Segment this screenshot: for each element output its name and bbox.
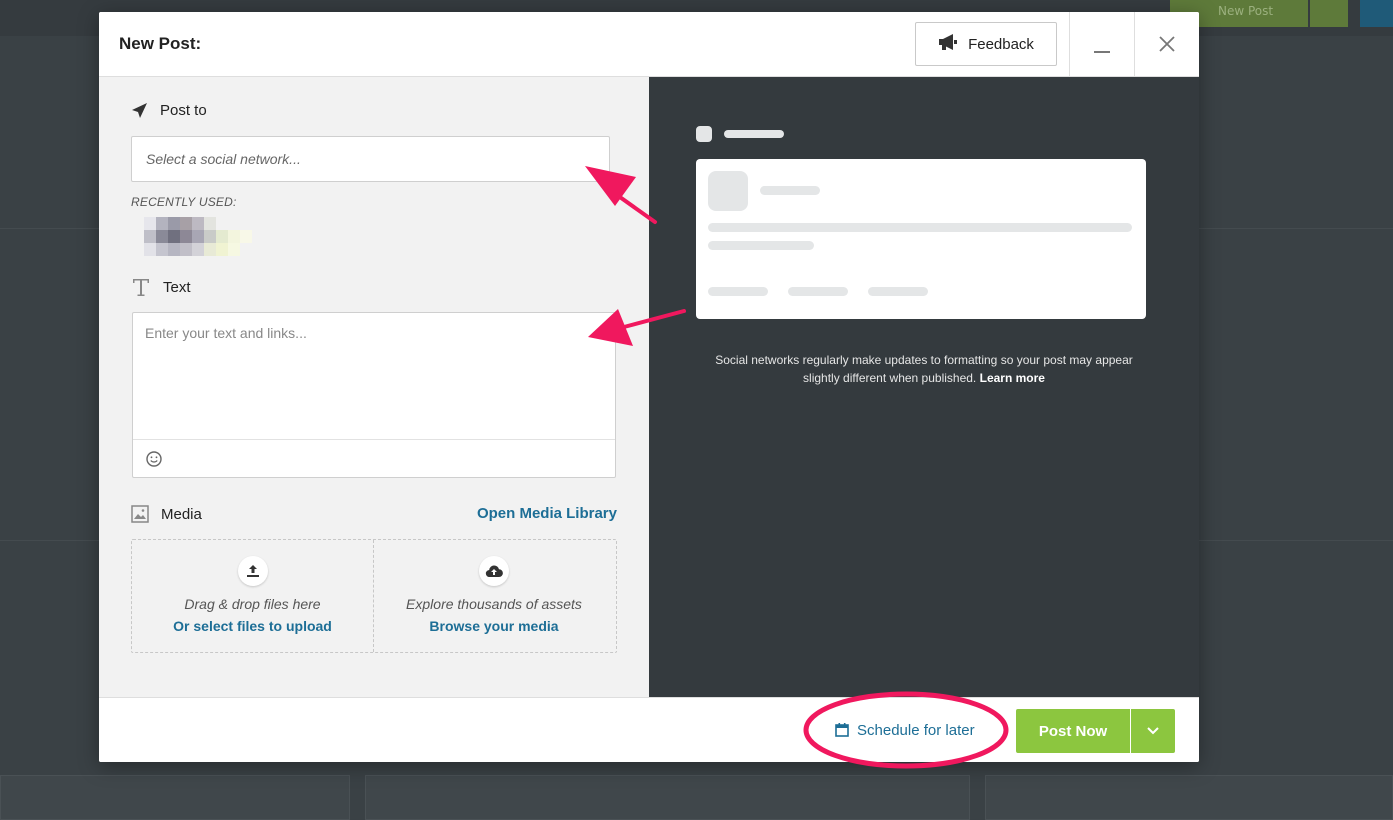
text-t-icon bbox=[133, 279, 149, 296]
preview-note-text: Social networks regularly make updates t… bbox=[715, 353, 1133, 385]
background-card bbox=[365, 775, 970, 820]
browse-drop-cell[interactable]: Explore thousands of assets Browse your … bbox=[373, 540, 614, 652]
preview-skeleton-avatar bbox=[696, 126, 712, 142]
text-section-label: Text bbox=[131, 277, 191, 297]
background-new-post-dropdown bbox=[1310, 0, 1348, 27]
close-button[interactable] bbox=[1135, 12, 1199, 76]
paper-plane-icon bbox=[132, 103, 147, 118]
schedule-for-later-button[interactable]: Schedule for later bbox=[821, 710, 981, 750]
feedback-label: Feedback bbox=[968, 35, 1034, 53]
composer-pane: Post to Select a social network... RECEN… bbox=[99, 77, 649, 697]
select-files-link[interactable]: Or select files to upload bbox=[173, 618, 332, 634]
social-network-select[interactable]: Select a social network... bbox=[131, 136, 610, 182]
post-now-button[interactable]: Post Now bbox=[1016, 709, 1130, 753]
chevron-down-icon bbox=[1147, 727, 1159, 735]
preview-skeleton-action bbox=[868, 287, 928, 296]
post-preview-card bbox=[696, 159, 1146, 319]
megaphone-icon bbox=[938, 33, 960, 55]
preview-skeleton-line bbox=[708, 241, 814, 250]
close-icon bbox=[1159, 36, 1175, 52]
media-label: Media bbox=[161, 505, 202, 523]
browse-hint: Explore thousands of assets bbox=[406, 596, 582, 612]
preview-skeleton-action bbox=[708, 287, 768, 296]
preview-skeleton-action bbox=[788, 287, 848, 296]
post-text-input[interactable]: Enter your text and links... bbox=[133, 313, 615, 439]
preview-skeleton-line bbox=[760, 186, 820, 195]
upload-icon[interactable] bbox=[237, 556, 268, 586]
learn-more-link[interactable]: Learn more bbox=[980, 371, 1045, 385]
open-media-library-link[interactable]: Open Media Library bbox=[477, 505, 617, 522]
browse-media-link[interactable]: Browse your media bbox=[429, 618, 558, 634]
background-new-post-label: New Post bbox=[1218, 4, 1274, 18]
text-editor-toolbar bbox=[133, 439, 615, 477]
background-blue-button bbox=[1360, 0, 1393, 27]
upload-hint: Drag & drop files here bbox=[184, 596, 321, 612]
image-icon bbox=[131, 505, 149, 523]
upload-drop-cell[interactable]: Drag & drop files here Or select files t… bbox=[132, 540, 373, 652]
post-to-label: Post to bbox=[160, 102, 207, 119]
modal-title: New Post: bbox=[119, 34, 202, 53]
background-card bbox=[985, 775, 1393, 820]
recently-used-label: RECENTLY USED: bbox=[131, 195, 237, 209]
post-to-section-label: Post to bbox=[131, 102, 207, 119]
feedback-button[interactable]: Feedback bbox=[915, 22, 1057, 66]
emoji-icon[interactable] bbox=[145, 450, 163, 468]
cloud-upload-icon[interactable] bbox=[479, 556, 509, 586]
recently-used-profiles[interactable] bbox=[144, 217, 264, 257]
background-card bbox=[0, 775, 350, 820]
media-section-label: Media bbox=[131, 505, 202, 523]
new-post-modal: New Post: Feedback Post to Select a soci… bbox=[99, 12, 1199, 762]
preview-disclaimer: Social networks regularly make updates t… bbox=[709, 351, 1139, 387]
preview-skeleton-name bbox=[724, 130, 784, 138]
modal-footer: Schedule for later Post Now bbox=[99, 697, 1199, 762]
preview-pane: Social networks regularly make updates t… bbox=[649, 77, 1199, 697]
calendar-icon bbox=[835, 723, 849, 737]
post-options-dropdown[interactable] bbox=[1131, 709, 1175, 753]
schedule-label: Schedule for later bbox=[857, 721, 975, 739]
media-drop-zone: Drag & drop files here Or select files t… bbox=[131, 539, 617, 653]
preview-skeleton-line bbox=[708, 223, 1132, 232]
minimize-icon bbox=[1094, 51, 1110, 53]
text-label: Text bbox=[163, 278, 191, 296]
minimize-button[interactable] bbox=[1070, 12, 1134, 76]
preview-skeleton-profile bbox=[708, 171, 748, 211]
text-editor: Enter your text and links... bbox=[132, 312, 616, 478]
modal-header: New Post: Feedback bbox=[99, 12, 1199, 77]
